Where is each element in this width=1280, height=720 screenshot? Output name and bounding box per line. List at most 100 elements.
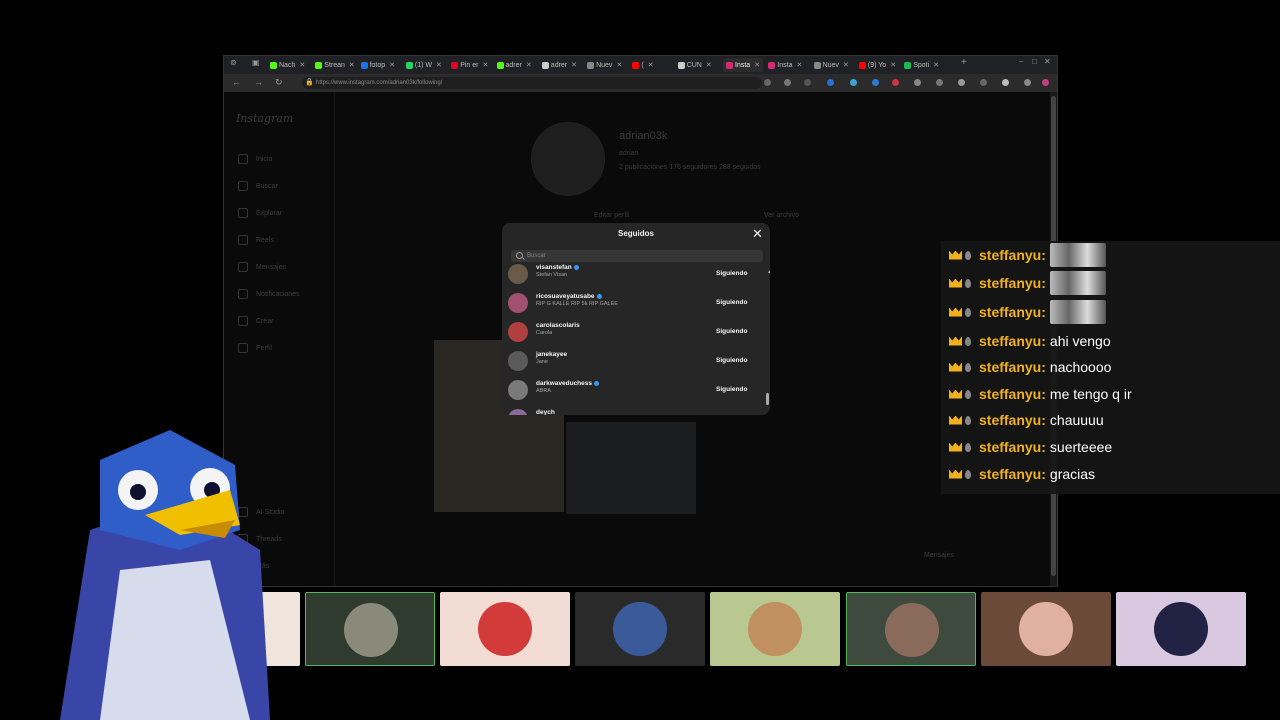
minimize-button[interactable]: – xyxy=(1019,57,1023,66)
new-tab-button[interactable]: + xyxy=(961,57,967,68)
browser-tab[interactable]: adrer ✕ xyxy=(541,58,577,72)
list-item[interactable]: visanstefan Stefan Visan Siguiendo xyxy=(508,260,763,288)
browser-tab[interactable]: Insta ✕ xyxy=(768,58,802,72)
username[interactable]: darkwaveduchess xyxy=(536,380,600,387)
archive-button[interactable]: Ver archivo xyxy=(764,212,799,219)
favorites-icon[interactable] xyxy=(958,79,965,86)
url-input[interactable]: https://www.instagram.com/adrian03k/foll… xyxy=(302,77,762,89)
list-item[interactable]: janekayee Jane Siguiendo xyxy=(508,347,763,375)
username[interactable]: carolascolaris xyxy=(536,322,580,329)
extension-icon[interactable] xyxy=(850,79,857,86)
extension-icon[interactable] xyxy=(892,79,899,86)
avatar[interactable] xyxy=(508,264,528,284)
close-icon[interactable]: ✕ xyxy=(752,226,763,242)
avatar[interactable] xyxy=(508,351,528,371)
back-icon[interactable]: ← xyxy=(232,77,241,87)
collections-icon[interactable] xyxy=(980,79,987,86)
following-button[interactable]: Siguiendo xyxy=(716,299,747,306)
tab-close-icon[interactable]: ✕ xyxy=(843,61,849,69)
following-button[interactable]: Siguiendo xyxy=(716,357,747,364)
chat-username[interactable]: steffanyu: xyxy=(979,439,1046,455)
tab-close-icon[interactable]: ✕ xyxy=(349,61,355,69)
browser-tab[interactable]: adrer ✕ xyxy=(496,58,532,72)
browser-tab[interactable]: Nuev ✕ xyxy=(813,58,849,72)
chat-username[interactable]: steffanyu: xyxy=(979,247,1046,263)
maximize-button[interactable]: □ xyxy=(1032,57,1037,66)
username[interactable]: deych xyxy=(536,409,555,415)
avatar[interactable] xyxy=(508,322,528,342)
chat-username[interactable]: steffanyu: xyxy=(979,466,1046,482)
sidebar-item[interactable]: Mensajes xyxy=(238,262,286,272)
extension-icon[interactable] xyxy=(827,79,834,86)
browser-tab[interactable]: (9) Yo ✕ xyxy=(858,58,896,72)
tab-close-icon[interactable]: ✕ xyxy=(706,61,712,69)
edit-profile-button[interactable]: Editar perfil xyxy=(594,212,629,219)
following-button[interactable]: Siguiendo xyxy=(716,386,747,393)
tab-close-icon[interactable]: ✕ xyxy=(526,61,532,69)
tab-close-icon[interactable]: ✕ xyxy=(482,61,488,69)
chat-username[interactable]: steffanyu: xyxy=(979,359,1046,375)
tab-sidebar-icon[interactable]: ▣ xyxy=(252,58,260,67)
tab-close-icon[interactable]: ✕ xyxy=(933,61,939,69)
list-item[interactable]: deych xyxy=(508,405,763,415)
copilot-icon[interactable] xyxy=(1042,79,1049,86)
messages-button[interactable]: Mensajes xyxy=(924,552,954,559)
list-item[interactable]: ricosuaveyatusabe RIP G KALLE RIP 5k RIP … xyxy=(508,289,763,317)
tab-close-icon[interactable]: ✕ xyxy=(436,61,442,69)
list-item[interactable]: darkwaveduchess ABRA Siguiendo xyxy=(508,376,763,404)
following-button[interactable]: Siguiendo xyxy=(716,270,747,277)
tab-close-icon[interactable]: ✕ xyxy=(754,61,760,69)
chat-username[interactable]: steffanyu: xyxy=(979,412,1046,428)
tab-close-icon[interactable]: ✕ xyxy=(616,61,622,69)
bookmark-star-icon[interactable] xyxy=(804,79,811,86)
tab-actions-icon[interactable]: ⊚ xyxy=(230,58,237,67)
chat-username[interactable]: steffanyu: xyxy=(979,333,1046,349)
tab-close-icon[interactable]: ✕ xyxy=(299,61,305,69)
tab-close-icon[interactable]: ✕ xyxy=(571,61,577,69)
extension-icon[interactable] xyxy=(914,79,921,86)
more-icon[interactable] xyxy=(1024,79,1031,86)
modal-scrollbar-thumb[interactable] xyxy=(766,393,769,405)
tab-close-icon[interactable]: ✕ xyxy=(648,61,654,69)
browser-tab[interactable]: fotop ✕ xyxy=(360,58,395,72)
avatar[interactable] xyxy=(1002,79,1009,86)
browser-tab[interactable]: (1) W ✕ xyxy=(405,58,442,72)
username[interactable]: janekayee xyxy=(536,351,567,358)
sidebar-item[interactable]: Crear xyxy=(238,316,274,326)
list-item[interactable]: carolascolaris Carola Siguiendo xyxy=(508,318,763,346)
sidebar-item[interactable]: Inicio xyxy=(238,154,272,164)
chat-username[interactable]: steffanyu: xyxy=(979,304,1046,320)
instagram-logo[interactable]: Instagram xyxy=(236,112,293,125)
hide-icon[interactable] xyxy=(784,79,791,86)
scroll-up-icon[interactable]: ▲ xyxy=(767,269,770,275)
extension-icon[interactable] xyxy=(872,79,879,86)
browser-tab[interactable]: CUN ✕ xyxy=(677,58,712,72)
profile-avatar[interactable] xyxy=(531,122,605,196)
sidebar-item[interactable]: Reels xyxy=(238,235,274,245)
reload-icon[interactable]: ↻ xyxy=(275,77,283,88)
browser-tab[interactable]: Pin er ✕ xyxy=(451,58,488,72)
sidebar-item[interactable]: Buscar xyxy=(238,181,278,191)
tab-close-icon[interactable]: ✕ xyxy=(890,61,896,69)
puzzle-icon[interactable] xyxy=(936,79,943,86)
username[interactable]: ricosuaveyatusabe xyxy=(536,293,602,300)
sidebar-item[interactable]: Perfil xyxy=(238,343,272,353)
post-image[interactable] xyxy=(566,422,696,514)
browser-tab[interactable]: (✕ xyxy=(632,58,654,72)
avatar[interactable] xyxy=(508,380,528,400)
forward-icon[interactable]: → xyxy=(254,77,263,87)
following-button[interactable]: Siguiendo xyxy=(716,328,747,335)
sidebar-item[interactable]: Notificaciones xyxy=(238,289,300,299)
browser-tab[interactable]: Nach ✕ xyxy=(270,58,305,72)
tab-close-icon[interactable]: ✕ xyxy=(796,61,802,69)
avatar[interactable] xyxy=(508,409,528,415)
reader-icon[interactable] xyxy=(764,79,771,86)
browser-tab[interactable]: Insta ✕ xyxy=(723,58,764,72)
tab-close-icon[interactable]: ✕ xyxy=(389,61,395,69)
avatar[interactable] xyxy=(508,293,528,313)
browser-tab[interactable]: Nuev ✕ xyxy=(587,58,622,72)
chat-username[interactable]: steffanyu: xyxy=(979,386,1046,402)
browser-tab[interactable]: Spoti ✕ xyxy=(904,58,939,72)
close-window-button[interactable]: ✕ xyxy=(1044,57,1051,66)
browser-tab[interactable]: Strean ✕ xyxy=(315,58,355,72)
